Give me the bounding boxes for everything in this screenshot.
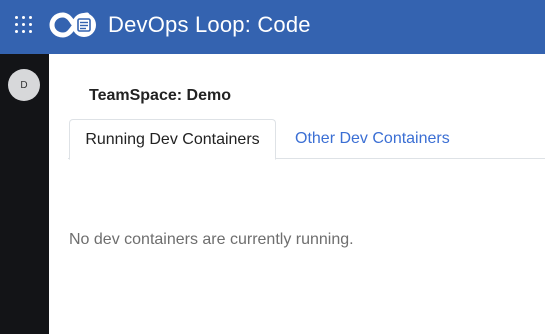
app-title: DevOps Loop: Code xyxy=(108,12,311,37)
tab-other-dev-containers[interactable]: Other Dev Containers xyxy=(295,119,450,159)
devops-loop-logo-icon xyxy=(49,12,96,38)
user-avatar[interactable]: D xyxy=(8,69,40,101)
app-launcher-grid-icon[interactable] xyxy=(15,16,33,34)
left-sidebar: D xyxy=(0,54,49,334)
teamspace-title: TeamSpace: Demo xyxy=(89,87,231,104)
empty-state-message: No dev containers are currently running. xyxy=(69,231,354,248)
top-header-bar: DevOps Loop: Code xyxy=(0,0,545,54)
tab-running-dev-containers[interactable]: Running Dev Containers xyxy=(69,119,276,160)
main-content: TeamSpace: Demo Running Dev Containers O… xyxy=(49,54,545,334)
